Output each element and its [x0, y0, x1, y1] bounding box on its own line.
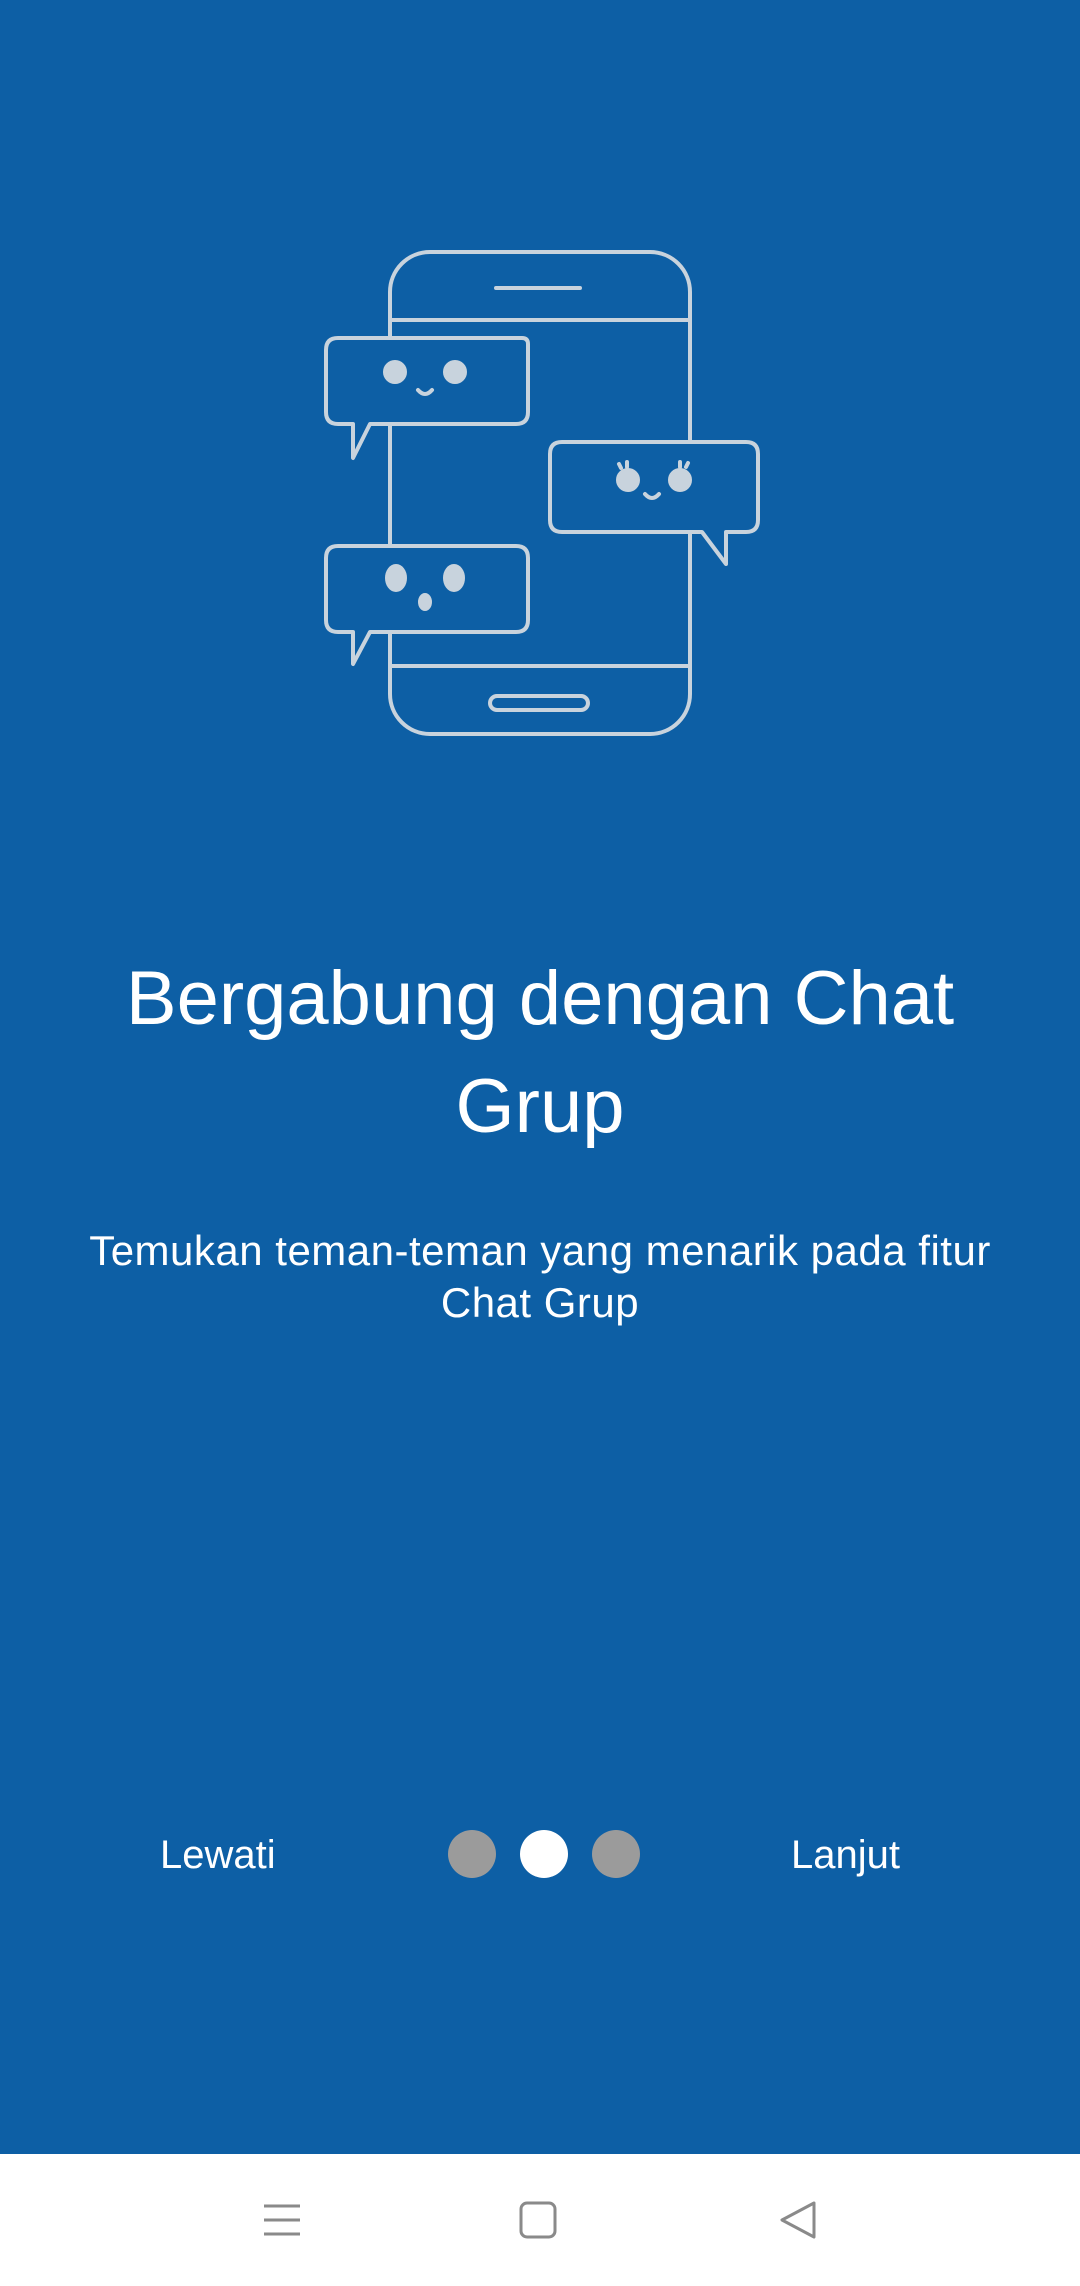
page-indicator — [448, 1830, 640, 1880]
home-icon[interactable] — [508, 2190, 568, 2250]
onboarding-screen: Bergabung dengan Chat Grup Temukan teman… — [0, 0, 1080, 2154]
system-navigation-bar — [0, 2154, 1080, 2286]
phone-chat-bubbles-icon — [324, 250, 760, 736]
page-subtitle: Temukan teman-teman yang menarik pada fi… — [89, 1227, 991, 1326]
next-button[interactable]: Lanjut — [771, 1800, 920, 1910]
skip-button[interactable]: Lewati — [140, 1800, 296, 1910]
page-title: Bergabung dengan Chat Grup — [125, 956, 955, 1149]
menu-icon[interactable] — [252, 2190, 312, 2250]
page-dot-1[interactable] — [448, 1830, 496, 1878]
back-icon[interactable] — [768, 2190, 828, 2250]
onboarding-controls: Lewati Lanjut — [0, 1800, 1080, 1910]
page-dot-3[interactable] — [592, 1830, 640, 1878]
page-dot-2-active[interactable] — [520, 1830, 568, 1878]
